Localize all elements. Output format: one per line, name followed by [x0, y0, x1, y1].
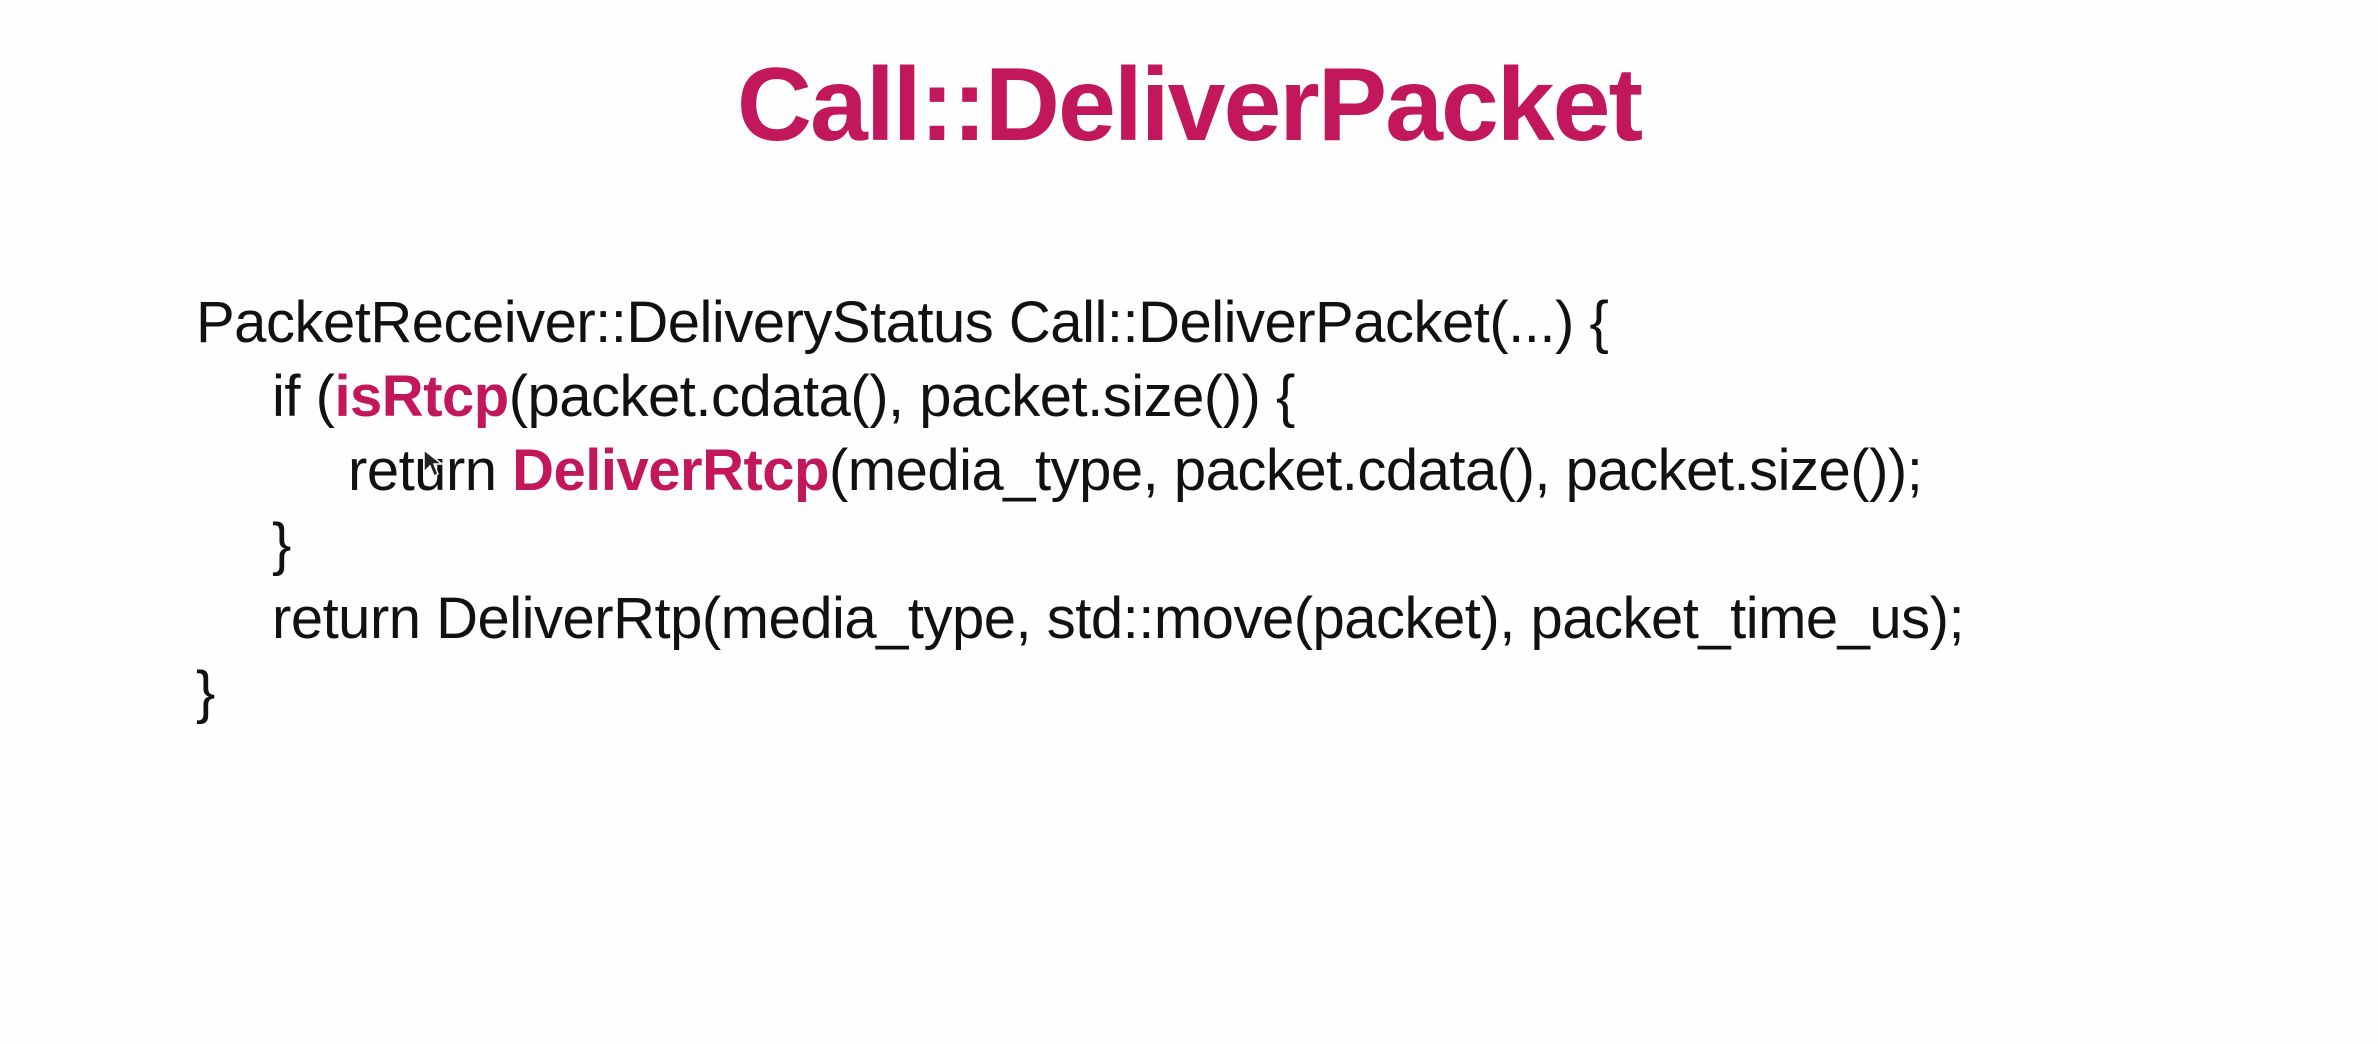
code-block: PacketReceiver::DeliveryStatus Call::Del… [196, 286, 2346, 730]
code-line-return-rtcp: return DeliverRtcp(media_type, packet.cd… [196, 434, 2346, 508]
code-line-if-close: } [272, 512, 291, 577]
code-line-return-rtp: return DeliverRtp(media_type, std::move(… [272, 586, 1965, 651]
code-if-prefix: if ( [272, 364, 335, 429]
slide-title: Call::DeliverPacket [736, 47, 1643, 163]
code-highlight-deliverrtcp: DeliverRtcp [512, 438, 829, 503]
code-line-signature: PacketReceiver::DeliveryStatus Call::Del… [196, 290, 1609, 355]
slide: Call::DeliverPacket PacketReceiver::Deli… [0, 0, 2378, 1044]
code-return-suffix: (media_type, packet.cdata(), packet.size… [828, 438, 1923, 503]
code-line-function-close: } [196, 660, 215, 725]
code-if-suffix: (packet.cdata(), packet.size()) { [508, 364, 1296, 429]
code-highlight-isrtcp: isRtcp [334, 364, 509, 429]
code-line-if: if (isRtcp(packet.cdata(), packet.size()… [196, 360, 2346, 434]
